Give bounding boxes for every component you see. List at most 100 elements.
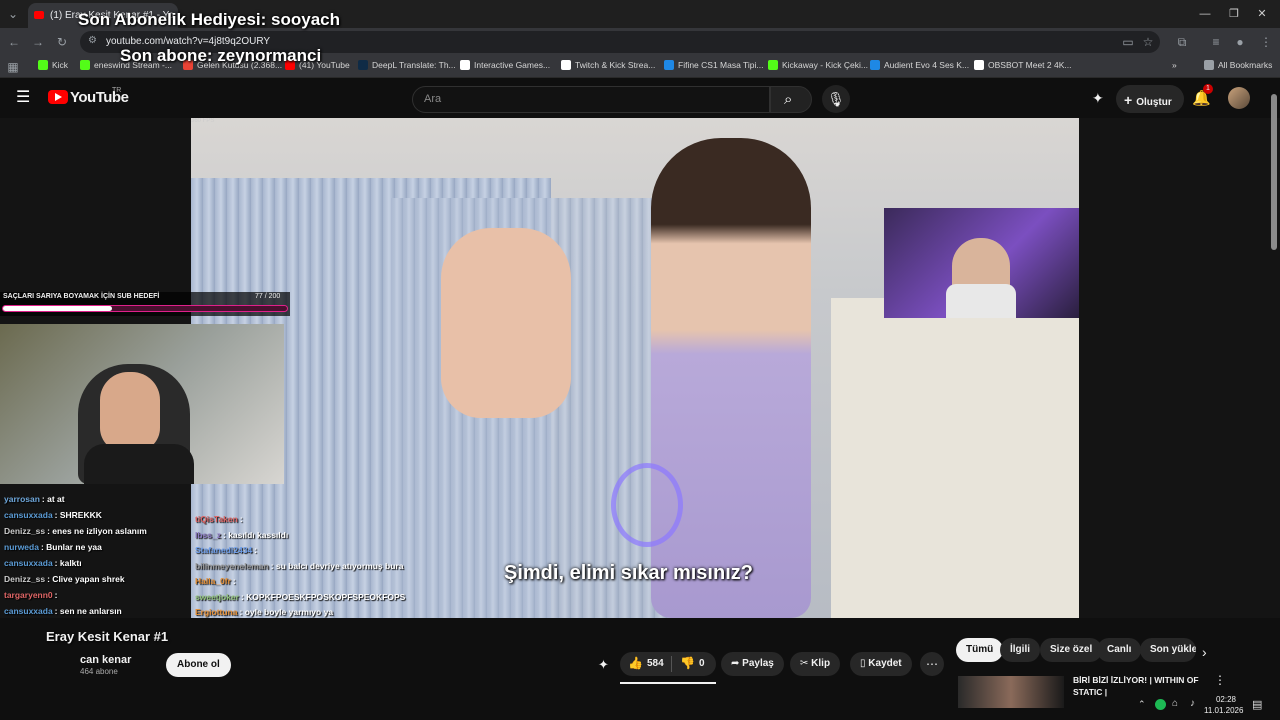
filter-chip[interactable]: İlgili [1000,638,1040,662]
media-icon[interactable]: ≡ [1208,34,1224,50]
chips-next-icon[interactable]: › [1202,644,1207,660]
filter-chip[interactable]: Tümü [956,638,1004,662]
like-icon[interactable]: 👍 [628,656,643,670]
bookmark-item[interactable]: Audient Evo 4 Ses K... [870,60,969,70]
page-scrollbar[interactable] [1270,90,1278,690]
dislike-count[interactable]: 0 [699,658,705,669]
recommended-thumbnail[interactable] [958,676,1064,708]
minimize-icon[interactable]: — [1197,6,1213,22]
share-button[interactable]: ➦ Paylaş [721,652,784,676]
sub-goal-progress-fill [3,306,113,311]
chat-text: : kasıldı kassıldı [223,529,289,540]
like-divider [671,656,672,672]
profile-icon[interactable]: ● [1232,34,1248,50]
ask-ai-icon[interactable]: ✦ [598,657,609,673]
tray-chevron-icon[interactable]: ⌃ [1138,699,1146,710]
volume-icon[interactable]: ♪ [1190,698,1195,709]
bookmark-item[interactable]: Interactive Games... [460,60,550,70]
filter-chip[interactable]: Canlı [1097,638,1142,662]
clock-date: 11.01.2026 [1204,706,1244,715]
filter-chip[interactable]: Son yükle [1140,638,1196,662]
share-icon: ➦ [731,658,743,669]
chat-username: Ibss_z [195,529,221,540]
like-count[interactable]: 584 [647,658,664,669]
like-ratio-bar [620,682,716,684]
more-actions-icon[interactable]: ⋯ [920,652,944,676]
notification-center-icon[interactable]: ▤ [1252,698,1262,711]
all-bookmarks[interactable]: All Bookmarks [1204,60,1272,70]
clip-button[interactable]: ✂ Klip [790,652,841,676]
chat-text: : sen ne anlarsın [54,606,122,616]
chat-message: targaryenn0: [4,590,58,600]
bookmark-item[interactable]: OBSBOT Meet 2 4K... [974,60,1071,70]
back-icon[interactable]: ← [6,34,22,50]
chat-message: cansuxxada: SHREKKK [4,510,102,520]
search-input[interactable]: Ara [412,86,770,113]
hamburger-menu-icon[interactable]: ☰ [16,90,32,106]
bookmark-favicon-icon [38,60,48,70]
tab-search-icon[interactable]: ⌄ [5,6,21,22]
ai-sparkle-icon[interactable]: ✦ [1092,90,1104,107]
bookmark-favicon-icon [974,60,984,70]
avatar[interactable] [1228,87,1250,109]
subscriber-count: 464 abone [80,667,118,676]
video-player[interactable]: 360 FPS SAÇLARI SARIYA BOYAMAK İÇİN SUB … [0,118,1280,712]
bookmark-favicon-icon [358,60,368,70]
chat-text: : Clive yapan shrek [47,574,125,584]
sub-goal-count: 77 / 200 [255,293,281,300]
click-highlight-ring [611,463,683,547]
channel-name[interactable]: can kenar [80,654,131,666]
last-sub-gift-overlay: Son Abonelik Hediyesi: sooyach [78,10,340,29]
chat-message: Denizz_ss: enes ne izliyon aslanım [4,526,147,536]
close-window-icon[interactable]: ✕ [1254,6,1270,22]
recommended-title[interactable]: BİRİ BİZİ İZLİYOR! | WITHIN OF STATIC | [1073,674,1203,698]
bookmark-favicon-icon [870,60,880,70]
scrollbar-thumb[interactable] [1271,94,1277,250]
chat-text: : [254,545,258,555]
sub-goal-progress-bar [2,305,288,312]
voice-search-icon[interactable]: 🎙 [822,85,850,113]
reload-icon[interactable]: ↻ [54,34,70,50]
youtube-header: ☰ YouTube TR Ara ⌕ 🎙 ✦ + Oluştur 🔔 1 [0,78,1280,120]
chat-text: : oyle boyle yarmıyo ya [239,607,334,617]
chat-message: Ibss_z: kasıldı kassıldı [195,530,288,540]
chat-message: Denizz_ss: Clive yapan shrek [4,574,125,584]
chat-username: cansuxxada [4,606,53,616]
site-info-icon[interactable]: ⚙ [88,35,97,46]
video-info-bar: Eray Kesit Kenar #1 can kenar 464 abone … [0,618,1280,720]
spotify-tray-icon[interactable] [1155,699,1166,710]
network-icon[interactable]: ⌂ [1172,698,1178,709]
folder-icon [1204,60,1214,70]
bookmark-item[interactable]: Kickaway - Kick Çeki... [768,60,868,70]
create-button[interactable]: + Oluştur [1116,85,1184,113]
save-button[interactable]: ▯ Kaydet [850,652,912,676]
subscribe-button[interactable]: Abone ol [166,653,231,677]
search-icon: ⌕ [784,91,793,108]
menu-dots-icon[interactable]: ⋮ [1258,34,1274,50]
chat-message: Halla_0fr: [195,576,236,586]
bookmark-item[interactable]: DeepL Translate: Th... [358,60,456,70]
youtube-favicon-icon [34,11,44,19]
bookmark-item[interactable]: Twitch & Kick Strea... [561,60,655,70]
bookmark-favicon-icon [768,60,778,70]
cast-icon[interactable]: ▭ [1120,34,1136,50]
apps-grid-icon[interactable]: ▦ [5,59,21,75]
recommended-menu-icon[interactable]: ⋮ [1214,673,1226,687]
clock-time: 02:28 [1215,695,1237,704]
more-bookmarks-icon[interactable]: » [1172,60,1177,70]
chat-text: : [54,590,58,600]
forward-icon[interactable]: → [30,34,46,50]
chat-text: : SHREKKK [54,510,102,520]
bookmark-item[interactable]: Kick [38,60,68,70]
chat-message: cansuxxada: kalktı [4,558,82,568]
extensions-icon[interactable]: ⧉ [1174,34,1190,50]
search-button[interactable]: ⌕ [770,86,812,113]
bookmark-item[interactable]: Fifine CS1 Masa Tipi... [664,60,764,70]
video-caption: Şimdi, elimi sıkar mısınız? [504,562,753,584]
restore-icon[interactable]: ❐ [1226,6,1242,22]
filter-chip[interactable]: Size özel [1040,638,1103,662]
chat-text: : su balcı devriye atıyormuş bura [270,560,404,571]
youtube-logo-icon[interactable] [48,90,68,104]
bookmark-star-icon[interactable]: ☆ [1140,34,1156,50]
dislike-icon[interactable]: 👎 [680,656,695,670]
